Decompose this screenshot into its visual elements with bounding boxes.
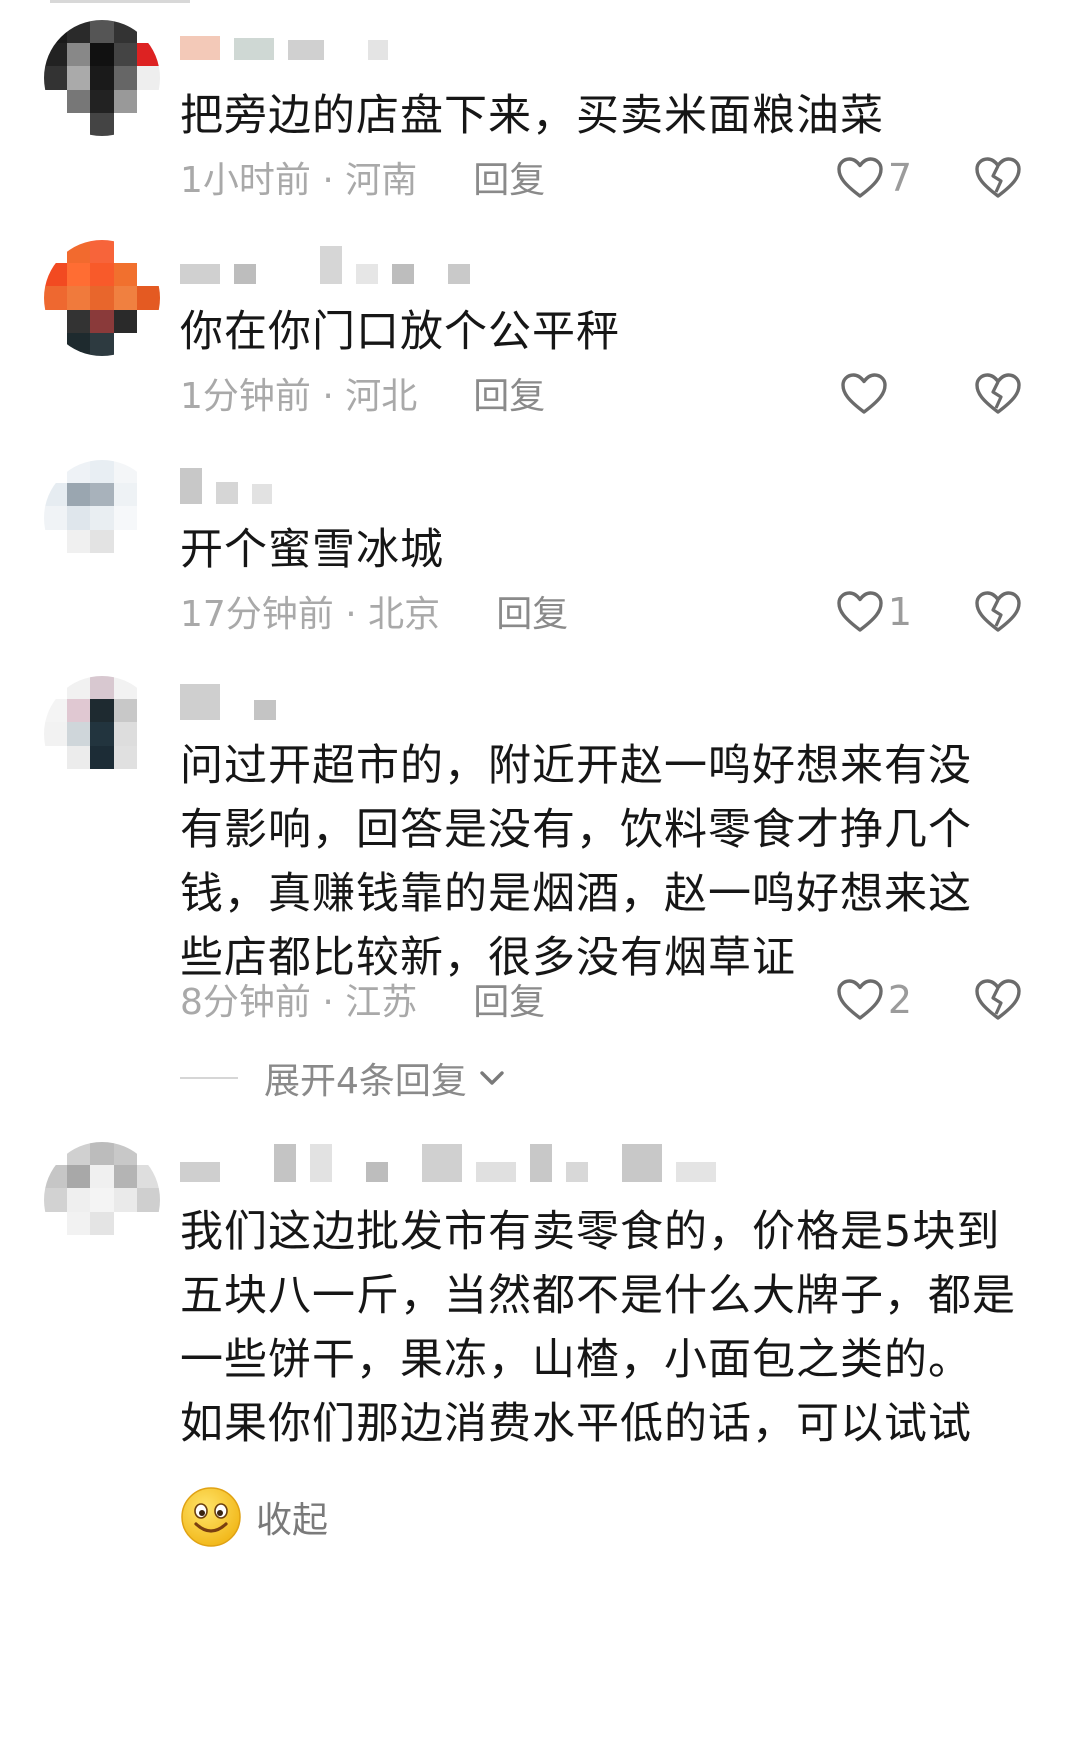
comment-meta: 1小时前 · 河南 回复 (180, 152, 545, 202)
top-divider (50, 0, 190, 3)
like-button[interactable]: 1 (836, 590, 912, 634)
comment-meta: 1分钟前 · 河北 回复 (180, 368, 545, 418)
comment-text: 我们这边批发市有卖零食的，价格是5块到五块八一斤，当然都不是什么大牌子，都是一些… (180, 1207, 1016, 1449)
avatar[interactable] (44, 676, 160, 792)
comment-actions: 1 (780, 582, 1080, 642)
comment-text: 开个蜜雪冰城 (180, 525, 444, 575)
comment-list: 把旁边的店盘下来，买卖米面粮油菜 1小时前 · 河南 回复 7 你在你门口放个公… (0, 0, 1080, 1757)
comment-actions: 7 (780, 148, 1080, 208)
avatar[interactable] (44, 1142, 160, 1258)
separator: · (322, 160, 334, 201)
heart-outline-icon (837, 157, 883, 198)
comment-time: 8分钟前 (180, 982, 311, 1023)
nickname-blurred[interactable] (180, 468, 272, 504)
comment-text: 把旁边的店盘下来，买卖米面粮油菜 (180, 91, 884, 141)
like-count: 7 (887, 156, 912, 200)
like-count: 2 (887, 978, 912, 1022)
comment-location: 河南 (345, 160, 418, 201)
broken-heart-icon[interactable] (974, 155, 1022, 201)
heart-outline-icon (837, 591, 883, 632)
broken-heart-icon[interactable] (974, 977, 1022, 1023)
like-button[interactable]: 2 (836, 978, 912, 1022)
reply-button[interactable]: 回复 (473, 973, 545, 1025)
collapse-label: 收起 (256, 1500, 329, 1541)
comment-text: 问过开超市的，附近开赵一鸣好想来有没有影响，回答是没有，饮料零食才挣几个钱，真赚… (180, 741, 972, 983)
comment-location: 北京 (368, 594, 441, 635)
comment-meta: 17分钟前 · 北京 回复 (180, 586, 568, 636)
heart-outline-icon (841, 373, 887, 414)
collapse-button[interactable]: 收起 (180, 1486, 328, 1548)
broken-heart-icon[interactable] (974, 371, 1022, 417)
broken-heart-icon[interactable] (974, 589, 1022, 635)
avatar[interactable] (44, 20, 160, 136)
time-location: 1分钟前 · 河北 (180, 367, 417, 419)
nickname-blurred[interactable] (180, 30, 388, 60)
comment-location: 江苏 (345, 982, 418, 1023)
nickname-blurred[interactable] (180, 684, 276, 720)
separator: · (322, 982, 334, 1023)
like-count: 1 (887, 590, 912, 634)
nickname-blurred[interactable] (180, 1144, 716, 1182)
reply-button[interactable]: 回复 (496, 585, 568, 637)
nickname-blurred[interactable] (180, 246, 470, 284)
chevron-down-icon (480, 1071, 504, 1085)
like-button[interactable]: 7 (836, 156, 912, 200)
smiley-emoji-icon (181, 1487, 241, 1547)
comment-location: 河北 (345, 376, 418, 417)
time-location: 17分钟前 · 北京 (180, 585, 440, 637)
reply-button[interactable]: 回复 (473, 367, 545, 419)
time-location: 8分钟前 · 江苏 (180, 973, 417, 1025)
reply-button[interactable]: 回复 (473, 151, 545, 203)
comment-time: 1小时前 (180, 160, 311, 201)
separator: · (322, 376, 334, 417)
comment-actions (780, 364, 1080, 424)
time-location: 1小时前 · 河南 (180, 151, 417, 203)
like-button[interactable] (840, 372, 912, 416)
comment-time: 1分钟前 (180, 376, 311, 417)
heart-outline-icon (837, 979, 883, 1020)
comment-meta: 8分钟前 · 江苏 回复 (180, 974, 545, 1024)
expand-divider (180, 1077, 238, 1079)
expand-replies-button[interactable]: 展开4条回复 (180, 1052, 509, 1104)
comment-actions: 2 (780, 970, 1080, 1030)
expand-label: 展开4条回复 (264, 1061, 467, 1102)
avatar[interactable] (44, 240, 160, 356)
comment-time: 17分钟前 (180, 594, 334, 635)
avatar[interactable] (44, 460, 160, 576)
comment-text: 你在你门口放个公平秤 (180, 307, 620, 357)
separator: · (345, 594, 357, 635)
